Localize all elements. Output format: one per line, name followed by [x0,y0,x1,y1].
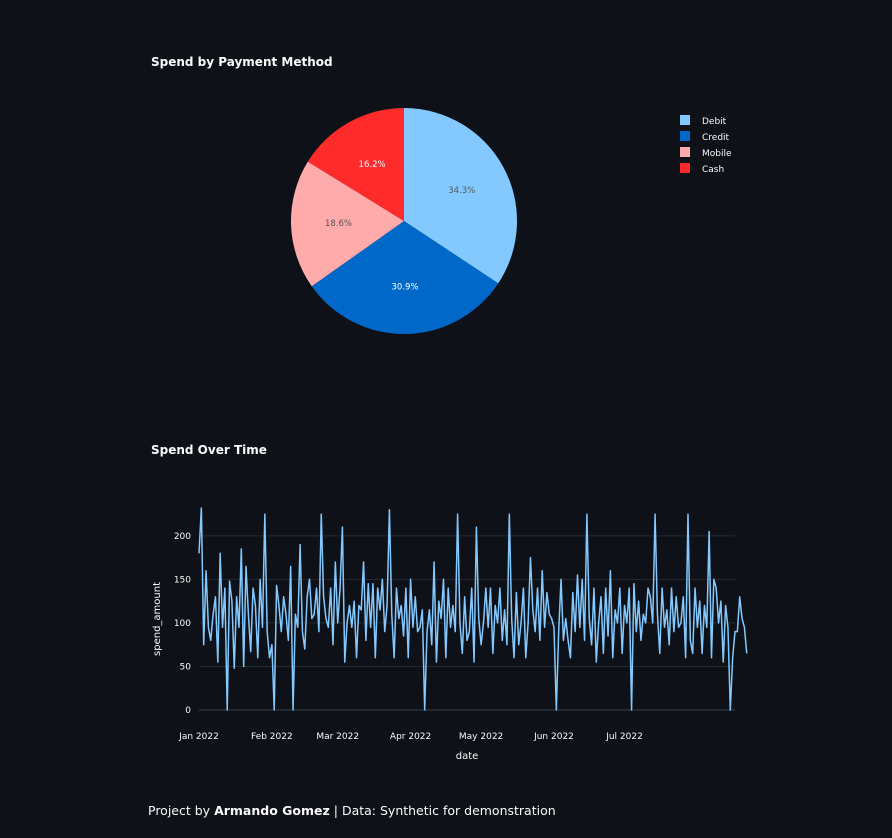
x-tick-label: Mar 2022 [316,732,359,742]
x-axis-title: date [456,751,479,762]
footer-author: Armando Gomez [214,803,330,818]
series-line-spend[interactable] [198,507,748,711]
x-tick-label: Feb 2022 [251,732,293,742]
line-chart: 0 50 100 150 200 Jan 2022 Feb 2022 Mar 2022 Apr … [152,507,748,762]
y-axis-title: spend_amount [152,582,163,656]
y-tick-label: 100 [174,619,191,629]
x-tick-label: Jul 2022 [605,732,643,742]
y-tick-label: 50 [180,662,192,672]
y-tick-label: 0 [185,706,191,716]
footer-credit: Project by Armando Gomez | Data: Synthet… [148,803,556,818]
y-tick-label: 150 [174,575,191,585]
x-tick-label: Jun 2022 [533,732,574,742]
x-tick-label: May 2022 [459,732,503,742]
footer-suffix: | Data: Synthetic for demonstration [333,803,556,818]
y-tick-label: 200 [174,532,191,542]
x-tick-label: Apr 2022 [390,732,431,742]
x-tick-label: Jan 2022 [178,732,219,742]
footer-prefix: Project by [148,803,211,818]
